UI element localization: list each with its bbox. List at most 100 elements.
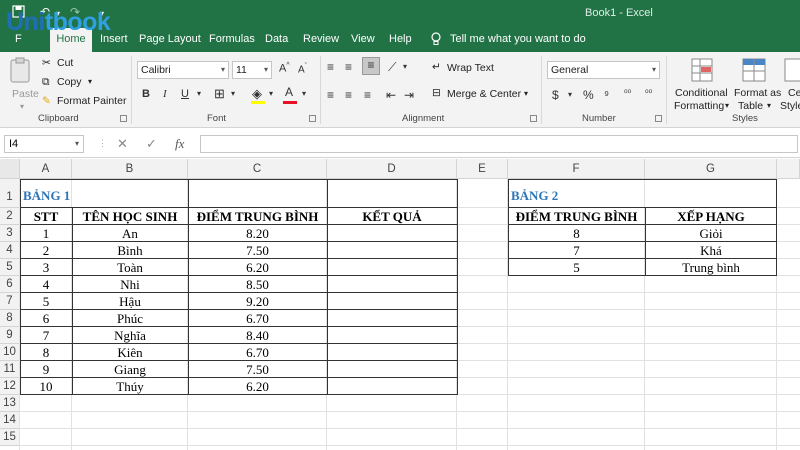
table1-data-cell[interactable]: 4 bbox=[20, 276, 72, 293]
row-header-2[interactable]: 2 bbox=[0, 208, 20, 225]
table1-data-cell[interactable]: 8.40 bbox=[188, 327, 327, 344]
number-launcher-icon[interactable] bbox=[655, 115, 662, 122]
tab-page-layout[interactable]: Page Layout bbox=[139, 33, 201, 45]
table2-data-cell[interactable]: Trung bình bbox=[645, 259, 777, 276]
table1-data-cell[interactable]: 7.50 bbox=[188, 361, 327, 378]
tab-help[interactable]: Help bbox=[389, 33, 412, 45]
table1-data-cell[interactable]: 6.70 bbox=[188, 310, 327, 327]
row-header-8[interactable]: 8 bbox=[0, 310, 20, 327]
percent-icon[interactable]: % bbox=[583, 88, 594, 102]
table1-data-cell[interactable]: 8.20 bbox=[188, 225, 327, 242]
tab-view[interactable]: View bbox=[351, 33, 375, 45]
row-header-10[interactable]: 10 bbox=[0, 344, 20, 361]
decrease-decimal-icon[interactable]: ⁰⁰ bbox=[645, 88, 652, 99]
format-painter-button[interactable]: ✎ Format Painter bbox=[42, 94, 132, 110]
underline-button[interactable]: U bbox=[181, 88, 189, 100]
conditional-formatting-button[interactable]: Conditional Formatting ▾ bbox=[672, 56, 730, 112]
table1-header-cell[interactable]: ĐIỂM TRUNG BÌNH bbox=[188, 208, 327, 225]
align-middle-icon[interactable]: ≡ bbox=[345, 60, 352, 74]
column-header-F[interactable]: F bbox=[508, 159, 645, 179]
table1-data-cell[interactable]: Nhi bbox=[72, 276, 188, 293]
alignment-launcher-icon[interactable] bbox=[530, 115, 537, 122]
table1-data-cell[interactable]: Kiên bbox=[72, 344, 188, 361]
table1-data-cell[interactable]: 9 bbox=[20, 361, 72, 378]
row-header-5[interactable]: 5 bbox=[0, 259, 20, 276]
table2-header-cell[interactable]: XẾP HẠNG bbox=[645, 208, 777, 225]
align-right-icon[interactable]: ≡ bbox=[364, 88, 371, 102]
fill-color-icon[interactable]: ◈ bbox=[252, 86, 262, 102]
row-header-11[interactable]: 11 bbox=[0, 361, 20, 378]
currency-dropdown-icon[interactable]: ▾ bbox=[568, 90, 572, 99]
table1-data-cell[interactable]: 7.50 bbox=[188, 242, 327, 259]
table1-title[interactable]: BẢNG 1 bbox=[23, 179, 183, 208]
wrap-text-button[interactable]: ↵ Wrap Text bbox=[432, 60, 502, 78]
table1-data-cell[interactable]: An bbox=[72, 225, 188, 242]
font-name-select[interactable]: Calibri ▾ bbox=[137, 61, 229, 79]
tab-data[interactable]: Data bbox=[265, 33, 288, 45]
row-header-12[interactable]: 12 bbox=[0, 378, 20, 395]
align-center-icon[interactable]: ≡ bbox=[345, 88, 352, 102]
merge-center-button[interactable]: ⊟ Merge & Center ▾ bbox=[432, 86, 532, 104]
table1-data-cell[interactable]: 6.20 bbox=[188, 259, 327, 276]
table1-data-cell[interactable]: Toàn bbox=[72, 259, 188, 276]
row-header-9[interactable]: 9 bbox=[0, 327, 20, 344]
table1-data-cell[interactable]: Giang bbox=[72, 361, 188, 378]
cancel-icon[interactable]: ✕ bbox=[117, 136, 128, 152]
borders-icon[interactable]: ⊞ bbox=[214, 86, 225, 102]
select-all-corner[interactable] bbox=[0, 159, 20, 179]
clipboard-launcher-icon[interactable] bbox=[120, 115, 127, 122]
formula-input[interactable] bbox=[200, 135, 798, 153]
decrease-indent-icon[interactable]: ⇤ bbox=[386, 88, 396, 102]
table2-title[interactable]: BẢNG 2 bbox=[511, 179, 641, 208]
table1-data-cell[interactable]: Thúy bbox=[72, 378, 188, 395]
table1-data-cell[interactable]: 8.50 bbox=[188, 276, 327, 293]
increase-decimal-icon[interactable]: ⁰⁰ bbox=[624, 88, 631, 99]
row-header-14[interactable]: 14 bbox=[0, 412, 20, 429]
borders-dropdown-icon[interactable]: ▾ bbox=[231, 89, 235, 98]
insert-function-icon[interactable]: fx bbox=[175, 136, 184, 152]
table1-data-cell[interactable]: 6.20 bbox=[188, 378, 327, 395]
font-color-icon[interactable]: A bbox=[285, 85, 293, 99]
table2-header-cell[interactable]: ĐIỂM TRUNG BÌNH bbox=[508, 208, 645, 225]
table1-data-cell[interactable]: 7 bbox=[20, 327, 72, 344]
table1-data-cell[interactable]: Nghĩa bbox=[72, 327, 188, 344]
row-header-6[interactable]: 6 bbox=[0, 276, 20, 293]
increase-indent-icon[interactable]: ⇥ bbox=[404, 88, 414, 102]
row-header-13[interactable]: 13 bbox=[0, 395, 20, 412]
align-left-icon[interactable]: ≡ bbox=[327, 88, 334, 102]
table1-header-cell[interactable]: TÊN HỌC SINH bbox=[72, 208, 188, 225]
column-header-D[interactable]: D bbox=[327, 159, 457, 179]
underline-dropdown-icon[interactable]: ▾ bbox=[197, 89, 201, 98]
row-header-3[interactable]: 3 bbox=[0, 225, 20, 242]
table2-data-cell[interactable]: 7 bbox=[508, 242, 645, 259]
cell-styles-button[interactable]: Cel Style bbox=[780, 56, 800, 112]
font-size-select[interactable]: 11 ▾ bbox=[232, 61, 272, 79]
tab-review[interactable]: Review bbox=[303, 33, 339, 45]
align-top-icon[interactable]: ≡ bbox=[327, 60, 334, 74]
column-header-B[interactable]: B bbox=[72, 159, 188, 179]
align-bottom-icon[interactable]: ≡ bbox=[362, 57, 380, 75]
row-header-7[interactable]: 7 bbox=[0, 293, 20, 310]
table1-data-cell[interactable]: 8 bbox=[20, 344, 72, 361]
copy-button[interactable]: ⧉ Copy ▾ bbox=[42, 75, 112, 91]
table1-data-cell[interactable]: 9.20 bbox=[188, 293, 327, 310]
row-header-1[interactable]: 1 bbox=[0, 179, 20, 208]
font-color-dropdown-icon[interactable]: ▾ bbox=[302, 89, 306, 98]
table1-data-cell[interactable]: 6.70 bbox=[188, 344, 327, 361]
table1-header-cell[interactable]: KẾT QUẢ bbox=[327, 208, 457, 225]
table1-data-cell[interactable]: 6 bbox=[20, 310, 72, 327]
table1-data-cell[interactable]: 2 bbox=[20, 242, 72, 259]
column-header-A[interactable]: A bbox=[20, 159, 72, 179]
table2-data-cell[interactable]: Giỏi bbox=[645, 225, 777, 242]
orientation-icon[interactable]: ⟋ bbox=[388, 60, 396, 75]
comma-style-icon[interactable]: ⁹ bbox=[604, 88, 609, 102]
decrease-font-icon[interactable]: Aˇ bbox=[298, 63, 307, 75]
column-header-G[interactable]: G bbox=[645, 159, 777, 179]
number-format-select[interactable]: General ▾ bbox=[547, 61, 660, 79]
name-box[interactable]: I4 ▾ bbox=[4, 135, 84, 153]
format-as-table-button[interactable]: Format as Table ▾ bbox=[732, 56, 781, 112]
table1-data-cell[interactable]: 1 bbox=[20, 225, 72, 242]
table1-header-cell[interactable]: STT bbox=[20, 208, 72, 225]
table1-data-cell[interactable]: 5 bbox=[20, 293, 72, 310]
tab-formulas[interactable]: Formulas bbox=[209, 33, 255, 45]
